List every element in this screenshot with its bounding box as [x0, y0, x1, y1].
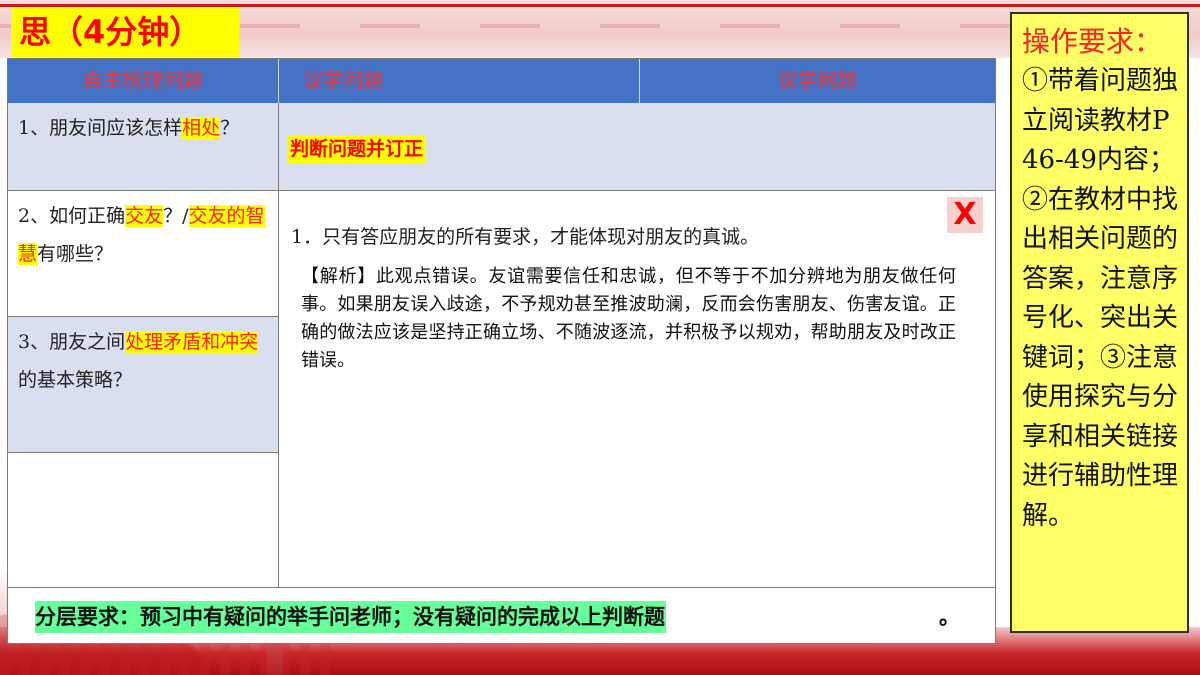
page-title: 思（4分钟）	[11, 7, 239, 57]
question-text: ？	[220, 117, 240, 139]
operation-requirements-body: ①带着问题独立阅读教材P46-49内容；②在教材中找出相关问题的答案，注意序号化…	[1022, 66, 1179, 531]
question-row-3: 3、朋友之间处理矛盾和冲突的基本策略？	[8, 317, 279, 453]
operation-requirements-title: 操作要求：	[1022, 25, 1163, 58]
judge-content: X 1．只有答应朋友的所有要求，才能体现对朋友的真诚。 【解析】此观点错误。友谊…	[279, 191, 995, 587]
header-discussion-1: 议学问题	[279, 59, 640, 103]
question-text: 3、朋友之间	[18, 331, 126, 353]
slide: 思（4分钟） 自主梳理问题 议学问题 议学问题 1、朋友间应该怎样相处？ 2、如…	[0, 0, 1200, 675]
question-row-4	[8, 453, 279, 587]
layered-requirement-row: 分层要求：预习中有疑问的举手问老师；没有疑问的完成以上判断题 。	[7, 588, 996, 644]
judge-label: 判断问题并订正	[287, 135, 427, 163]
question-row-2: 2、如何正确交友？/交友的智慧有哪些？	[8, 191, 279, 317]
keyword-highlight: 处理矛盾和冲突	[125, 331, 259, 353]
question-row-1: 1、朋友间应该怎样相处？	[8, 103, 279, 191]
judge-statement: 1．只有答应朋友的所有要求，才能体现对朋友的真诚。	[291, 226, 760, 248]
layered-requirement-text: 分层要求：预习中有疑问的举手问老师；没有疑问的完成以上判断题	[35, 601, 666, 633]
layered-requirement-end: 。	[939, 604, 960, 629]
question-text: 1、朋友间应该怎样	[18, 117, 183, 139]
keyword-highlight: 相处	[182, 117, 221, 139]
keyword-highlight: 交友	[125, 205, 164, 227]
question-table: 自主梳理问题 议学问题 议学问题 1、朋友间应该怎样相处？ 2、如何正确交友？/…	[7, 58, 996, 588]
operation-requirements-panel: 操作要求： ①带着问题独立阅读教材P46-49内容；②在教材中找出相关问题的答案…	[1010, 12, 1189, 633]
question-text: 有哪些？	[37, 243, 114, 265]
wrong-mark-icon: X	[947, 197, 983, 233]
analysis-text: 【解析】此观点错误。友谊需要信任和忠诚，但不等于不加分辨地为朋友做任何事。如果朋…	[301, 266, 956, 371]
question-text: ？/	[163, 205, 189, 227]
question-text: 的基本策略？	[18, 369, 133, 391]
question-text: 2、如何正确	[18, 205, 126, 227]
header-self-review: 自主梳理问题	[8, 59, 279, 103]
header-discussion-2: 议学问题	[640, 59, 995, 103]
judge-section-header: 判断问题并订正	[279, 103, 995, 191]
